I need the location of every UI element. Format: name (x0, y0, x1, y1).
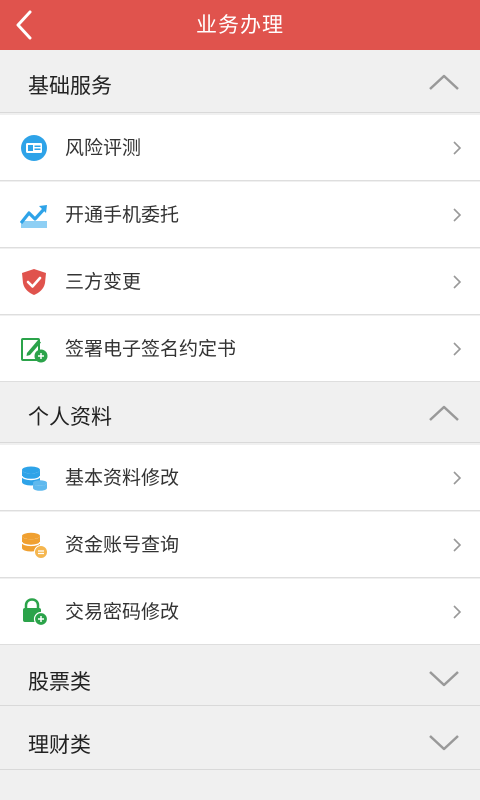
list-item-mobile-trading[interactable]: 开通手机委托 (0, 182, 480, 248)
section-header-personal-info[interactable]: 个人资料 (0, 383, 480, 443)
chevron-right-icon (453, 275, 462, 289)
chevron-right-icon (453, 605, 462, 619)
section-title: 股票类 (28, 670, 91, 694)
section-header-basic-services[interactable]: 基础服务 (0, 50, 480, 113)
lock-icon (23, 598, 48, 626)
shield-icon (22, 269, 46, 295)
database-icon (21, 466, 47, 491)
chevron-up-icon (429, 405, 459, 421)
list-item-risk-assessment[interactable]: 风险评测 (0, 115, 480, 181)
coins-icon (21, 532, 48, 559)
chevron-down-icon (429, 671, 459, 687)
chevron-right-icon (453, 342, 462, 356)
title-bar: 业务办理 (0, 0, 480, 50)
chevron-down-icon (429, 735, 459, 751)
section-title: 理财类 (28, 733, 91, 757)
trend-chart-icon (20, 205, 47, 228)
item-label: 签署电子签名约定书 (65, 338, 237, 360)
item-label: 风险评测 (65, 137, 142, 159)
section-header-wealth-management[interactable]: 理财类 (0, 708, 480, 770)
page-title: 业务办理 (196, 13, 284, 37)
chevron-right-icon (453, 471, 462, 485)
section-header-stocks[interactable]: 股票类 (0, 646, 480, 706)
item-label: 基本资料修改 (65, 467, 180, 489)
list-item-basic-info-edit[interactable]: 基本资料修改 (0, 445, 480, 511)
item-label: 三方变更 (65, 271, 142, 293)
list-item-fund-account-query[interactable]: 资金账号查询 (0, 512, 480, 578)
chevron-up-icon (429, 74, 459, 90)
chevron-right-icon (453, 208, 462, 222)
sign-pen-icon (21, 338, 48, 363)
section-title: 个人资料 (28, 405, 112, 429)
list-item-e-signature-agreement[interactable]: 签署电子签名约定书 (0, 316, 480, 382)
id-card-icon (21, 135, 47, 161)
item-label: 开通手机委托 (65, 204, 180, 226)
item-label: 资金账号查询 (65, 534, 180, 556)
list-item-trading-password-edit[interactable]: 交易密码修改 (0, 579, 480, 645)
list-item-third-party-change[interactable]: 三方变更 (0, 249, 480, 315)
section-title: 基础服务 (28, 74, 112, 98)
item-label: 交易密码修改 (65, 601, 180, 623)
chevron-right-icon (453, 141, 462, 155)
chevron-right-icon (453, 538, 462, 552)
